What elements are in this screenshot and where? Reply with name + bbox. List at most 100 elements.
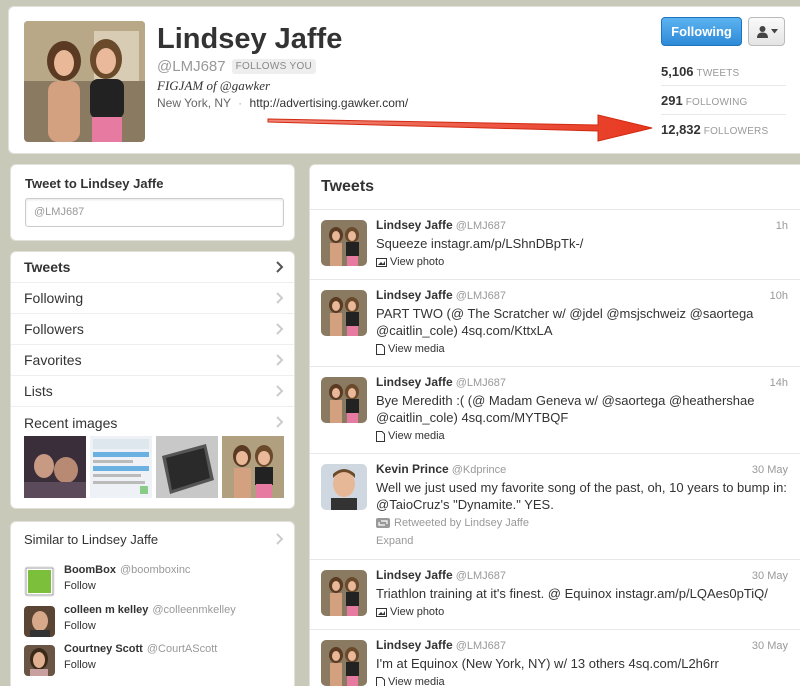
tweet[interactable]: Lindsey Jaffe @LMJ687 10h PART TWO (@ The… — [310, 279, 800, 366]
tweet-author-handle[interactable]: @LMJ687 — [456, 377, 506, 389]
avatar[interactable] — [24, 566, 55, 597]
tweet-header: Lindsey Jaffe @LMJ687 — [376, 375, 506, 389]
chevron-right-icon — [276, 385, 284, 397]
nav-item-followers[interactable]: Followers — [11, 314, 294, 345]
nav-item-tweets[interactable]: Tweets — [11, 252, 294, 283]
recent-image-thumbnail[interactable] — [90, 436, 152, 498]
nav-item-label: Tweets — [24, 259, 71, 275]
tweet[interactable]: Kevin Prince @Kdprince 30 May Well we jus… — [310, 453, 800, 559]
similar-user[interactable]: BoomBox @boomboxinc Follow — [24, 563, 284, 597]
retweet-icon — [376, 518, 390, 528]
separator: · — [238, 96, 243, 110]
tweet-text: PART TWO (@ The Scratcher w/ @jdel @msjs… — [376, 306, 754, 338]
tweet[interactable]: Lindsey Jaffe @LMJ687 14h Bye Meredith :(… — [310, 366, 800, 453]
chevron-right-icon — [276, 292, 284, 304]
tweet-timestamp[interactable]: 1h — [776, 220, 788, 232]
view-media-link[interactable]: View media — [376, 430, 445, 442]
view-photo-link[interactable]: View photo — [376, 256, 444, 268]
follow-link[interactable]: Follow — [64, 620, 96, 632]
recent-image-thumbnail[interactable] — [156, 436, 218, 498]
tweet-author-handle[interactable]: @LMJ687 — [456, 290, 506, 302]
view-media-link[interactable]: View media — [376, 343, 445, 355]
tweet[interactable]: Lindsey Jaffe @LMJ687 1h Squeeze instagr.… — [310, 209, 800, 279]
tweet-author-name[interactable]: Lindsey Jaffe — [376, 288, 453, 302]
nav-item-label: Recent images — [24, 414, 118, 431]
avatar[interactable] — [321, 220, 367, 266]
tweet-author-name[interactable]: Kevin Prince — [376, 462, 449, 476]
view-media-label: View media — [388, 430, 445, 442]
similar-user-handle: @boomboxinc — [119, 564, 191, 576]
nav-item-label: Favorites — [24, 352, 82, 368]
view-media-label: View media — [388, 343, 445, 355]
nav-item-following[interactable]: Following — [11, 283, 294, 314]
tweet-author-name[interactable]: Lindsey Jaffe — [376, 638, 453, 652]
tweet-header: Lindsey Jaffe @LMJ687 — [376, 638, 506, 652]
avatar[interactable] — [321, 290, 367, 336]
avatar[interactable] — [321, 570, 367, 616]
tweet-timestamp[interactable]: 30 May — [752, 570, 788, 582]
tweet-author-name[interactable]: Lindsey Jaffe — [376, 218, 453, 232]
nav-item-label: Lists — [24, 383, 53, 399]
tweet-header: Lindsey Jaffe @LMJ687 — [376, 218, 506, 232]
user-actions-button[interactable] — [748, 17, 785, 46]
tweets-label: TWEETS — [696, 68, 740, 79]
stat-following[interactable]: 291 FOLLOWING — [661, 93, 748, 108]
profile-bio: FIGJAM of @gawker — [157, 78, 271, 93]
similar-user-name[interactable]: colleen m kelley @colleenmkelley — [64, 604, 236, 616]
following-button[interactable]: Following — [661, 17, 742, 46]
tweet-timestamp[interactable]: 30 May — [752, 640, 788, 652]
similar-user-name[interactable]: BoomBox @boomboxinc — [64, 564, 190, 576]
nav-item-label: Followers — [24, 321, 84, 337]
tweet-header: Lindsey Jaffe @LMJ687 — [376, 568, 506, 582]
expand-link[interactable]: Expand — [376, 535, 413, 547]
screen-name: @LMJ687 — [157, 58, 226, 75]
follow-link[interactable]: Follow — [64, 659, 96, 671]
avatar[interactable] — [24, 645, 55, 676]
follow-link[interactable]: Follow — [64, 580, 96, 592]
tweet-author-handle[interactable]: @LMJ687 — [456, 570, 506, 582]
similar-user[interactable]: Courtney Scott @CourtAScott Follow — [24, 642, 284, 676]
tweet-text: Bye Meredith :( (@ Madam Geneva w/ @saor… — [376, 393, 755, 425]
red-arrow-annotation — [260, 107, 660, 147]
avatar[interactable] — [321, 640, 367, 686]
tweet-input[interactable]: @LMJ687 — [25, 198, 284, 227]
similar-title[interactable]: Similar to Lindsey Jaffe — [24, 532, 158, 547]
nav-item-label: Following — [24, 290, 84, 306]
tweet-author-name[interactable]: Lindsey Jaffe — [376, 568, 453, 582]
profile-avatar[interactable] — [24, 21, 145, 142]
chevron-right-icon — [276, 354, 284, 366]
avatar[interactable] — [321, 377, 367, 423]
media-icon — [376, 676, 385, 686]
stat-followers[interactable]: 12,832 FOLLOWERS — [661, 122, 768, 137]
avatar[interactable] — [24, 606, 55, 637]
view-photo-link[interactable]: View photo — [376, 606, 444, 618]
nav-item-recent-images[interactable]: Recent images — [11, 407, 294, 438]
tweet-timestamp[interactable]: 10h — [770, 290, 788, 302]
tweet-author-handle[interactable]: @LMJ687 — [456, 220, 506, 232]
view-media-link[interactable]: View media — [376, 676, 445, 686]
profile-name: Lindsey Jaffe — [157, 23, 343, 55]
nav-item-lists[interactable]: Lists — [11, 376, 294, 407]
media-icon — [376, 430, 385, 442]
stat-divider — [661, 114, 786, 115]
tweets-count: 5,106 — [661, 64, 694, 79]
recent-image-thumbnail[interactable] — [222, 436, 284, 498]
avatar[interactable] — [321, 464, 367, 510]
similar-user-name[interactable]: Courtney Scott @CourtAScott — [64, 643, 217, 655]
tweet-timestamp[interactable]: 30 May — [752, 464, 788, 476]
similar-user[interactable]: colleen m kelley @colleenmkelley Follow — [24, 603, 284, 637]
tweet-box-title: Tweet to Lindsey Jaffe — [25, 176, 164, 191]
tweet-text: Triathlon training at it's finest. @ Equ… — [376, 586, 768, 601]
tweet[interactable]: Lindsey Jaffe @LMJ687 30 May I'm at Equin… — [310, 629, 800, 686]
tweet[interactable]: Lindsey Jaffe @LMJ687 30 May Triathlon tr… — [310, 559, 800, 629]
tweet-timestamp[interactable]: 14h — [770, 377, 788, 389]
tweet-author-handle[interactable]: @LMJ687 — [456, 640, 506, 652]
tweet-author-name[interactable]: Lindsey Jaffe — [376, 375, 453, 389]
recent-image-thumbnail[interactable] — [24, 436, 86, 498]
stat-tweets[interactable]: 5,106 TWEETS — [661, 64, 739, 79]
profile-location: New York, NY — [157, 96, 231, 110]
tweet-author-handle[interactable]: @Kdprince — [452, 464, 507, 476]
tweet-to-box: Tweet to Lindsey Jaffe @LMJ687 — [10, 164, 295, 241]
nav-item-favorites[interactable]: Favorites — [11, 345, 294, 376]
profile-nav: Tweets Following Followers Favorites Lis… — [10, 251, 295, 509]
